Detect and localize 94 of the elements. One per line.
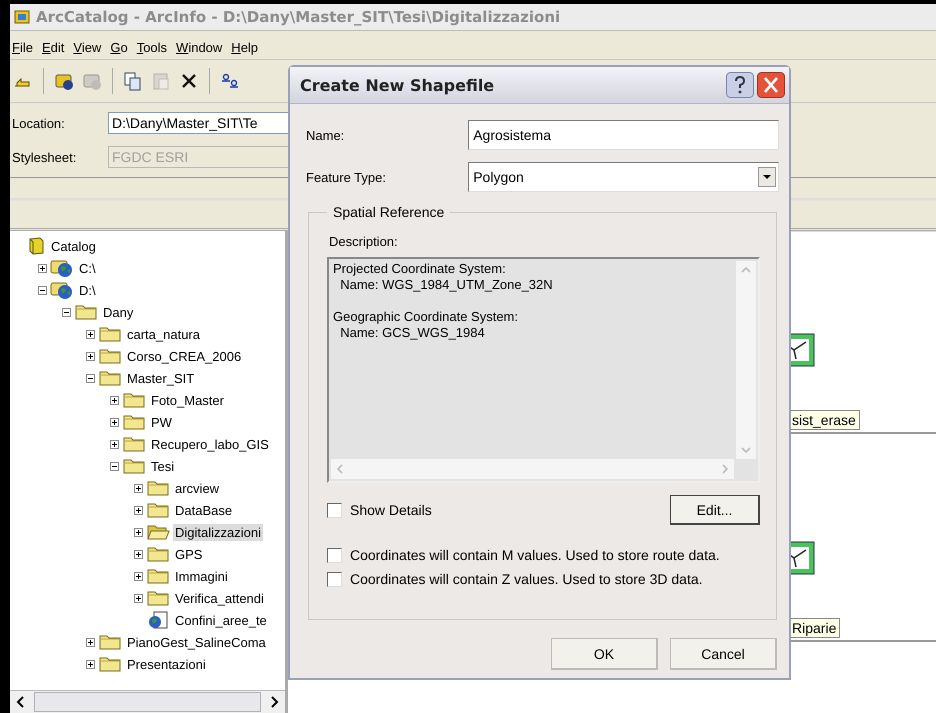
folder-icon [74, 303, 98, 321]
description-line: Name: GCS_WGS_1984 [339, 325, 486, 341]
expander-icon[interactable] [86, 638, 95, 646]
checkbox[interactable] [327, 572, 342, 586]
expander-icon[interactable] [134, 528, 143, 536]
expander-icon[interactable] [86, 660, 95, 668]
tree-item[interactable]: carta_natura [125, 326, 202, 342]
description-label: Description: [329, 234, 399, 249]
tree-item[interactable]: C:\ [77, 260, 98, 276]
tree-item[interactable]: DataBase [173, 502, 234, 518]
folder-icon [146, 589, 170, 607]
tree-item[interactable]: Digitalizzazioni [173, 524, 263, 540]
tree-item[interactable]: Dany [101, 304, 136, 320]
ok-button[interactable]: OK [551, 638, 658, 670]
checkbox[interactable] [327, 502, 342, 518]
option-label: Coordinates will contain Z values. Used to store 3D data. [350, 571, 703, 587]
help-icon[interactable] [726, 72, 754, 98]
close-icon[interactable] [757, 72, 785, 98]
tree-item[interactable]: Presentazioni [125, 656, 208, 672]
menu-item[interactable]: View [73, 40, 102, 54]
menu-item[interactable]: Window [176, 40, 222, 54]
expander-icon[interactable] [134, 594, 143, 602]
location-label: Location: [12, 116, 66, 130]
folder-icon [98, 655, 122, 673]
tree-item[interactable]: Verifica_attendi [173, 590, 266, 606]
tree-item[interactable]: PianoGest_SalineComa [125, 634, 268, 650]
checkbox[interactable] [327, 548, 342, 562]
expander-icon[interactable] [86, 330, 95, 338]
open-folder-icon [146, 523, 170, 541]
expander-icon[interactable] [134, 484, 143, 492]
expander-icon[interactable] [110, 462, 119, 470]
folder-icon [122, 457, 146, 475]
expander-icon[interactable] [134, 572, 143, 580]
tree-item[interactable]: Immagini [173, 568, 230, 584]
menu-item[interactable]: Go [110, 40, 128, 54]
folder-icon [98, 369, 122, 387]
horizontal-scrollbar[interactable] [10, 690, 285, 713]
tree-item[interactable]: Confini_aree_te [173, 612, 269, 628]
tree-item[interactable]: D:\ [77, 282, 98, 298]
tree-item[interactable]: PW [149, 414, 174, 430]
description-line: Geographic Coordinate System: [333, 309, 519, 325]
folder-icon [146, 567, 170, 585]
menu-item[interactable]: File [12, 40, 33, 54]
globe-drive-icon [50, 258, 74, 278]
folder-icon [146, 479, 170, 497]
layer-file-icon [146, 610, 170, 630]
feature-type-label: Feature Type: [306, 170, 387, 184]
folder-icon [98, 633, 122, 651]
folder-icon [98, 325, 122, 343]
folder-icon [122, 413, 146, 431]
tree-item[interactable]: Recupero_labo_GIS [149, 436, 271, 452]
expander-icon[interactable] [62, 308, 71, 316]
feature-type-dropdown[interactable]: Polygon [468, 162, 779, 192]
app-icon [14, 9, 30, 25]
expander-icon[interactable] [38, 286, 47, 294]
expander-icon[interactable] [134, 550, 143, 558]
folder-icon [146, 545, 170, 563]
expander-icon[interactable] [134, 506, 143, 514]
name-label: Name: [306, 128, 346, 142]
folder-icon [122, 435, 146, 453]
globe-drive-icon [50, 280, 74, 300]
expander-icon[interactable] [86, 374, 95, 382]
tree-item[interactable]: GPS [173, 546, 204, 562]
folder-icon [122, 391, 146, 409]
tree-item[interactable]: arcview [173, 480, 222, 496]
dropdown-caret-icon[interactable] [758, 167, 776, 187]
folder-icon [98, 347, 122, 365]
group-title: Spatial Reference [332, 204, 446, 220]
expander-icon[interactable] [110, 396, 119, 404]
tree-item[interactable]: Corso_CREA_2006 [125, 348, 244, 364]
name-field[interactable]: Agrosistema [468, 120, 779, 150]
tree-item[interactable]: Catalog [49, 238, 98, 254]
cancel-button[interactable]: Cancel [670, 638, 777, 670]
expander-icon[interactable] [110, 440, 119, 448]
stylesheet-label: Stylesheet: [12, 150, 78, 164]
tree-item[interactable]: Tesi [149, 458, 176, 474]
item-label[interactable]: sist_erase [788, 410, 860, 430]
edit-button[interactable]: Edit... [670, 495, 760, 525]
expander-icon[interactable] [110, 418, 119, 426]
menu-item[interactable]: Tools [136, 40, 168, 54]
expander-icon[interactable] [86, 352, 95, 360]
option-label: Coordinates will contain M values. Used to store route data. [350, 547, 720, 563]
description-line: Projected Coordinate System: [333, 261, 507, 277]
menu-item[interactable]: Edit [42, 40, 64, 54]
item-label[interactable]: Riparie [788, 618, 840, 638]
dialog-title: Create New Shapefile [300, 76, 496, 94]
menu-item[interactable]: Help [231, 40, 258, 54]
window-title: ArcCatalog - ArcInfo - D:\Dany\Master_SIT\Tesi\Digitalizzazioni [36, 8, 560, 26]
expander-icon[interactable] [38, 264, 47, 272]
folder-icon [146, 501, 170, 519]
show-details-label: Show Details [350, 502, 432, 518]
description-line: Name: WGS_1984_UTM_Zone_32N [339, 277, 554, 293]
tree-item[interactable]: Master_SIT [125, 370, 196, 386]
tree-item[interactable]: Foto_Master [149, 392, 226, 408]
